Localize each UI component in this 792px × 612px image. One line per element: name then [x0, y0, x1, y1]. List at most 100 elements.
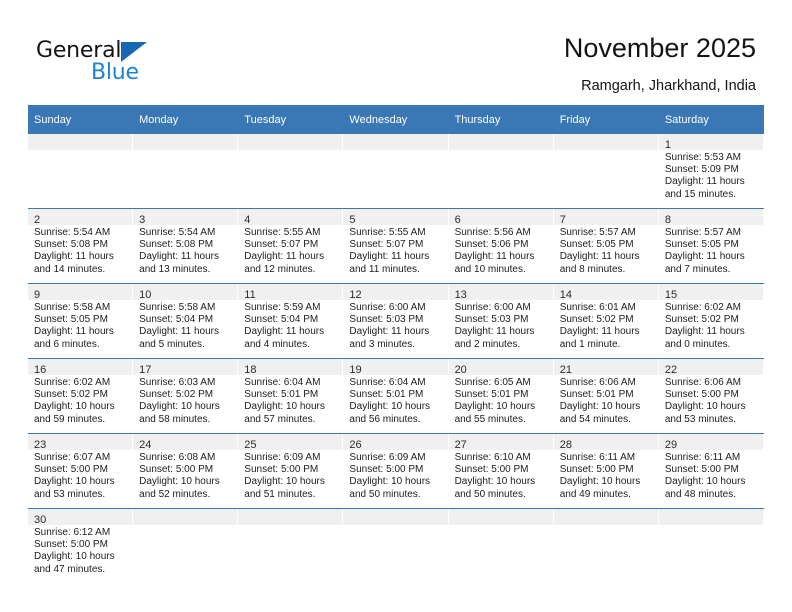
- calendar-week-row: 1 Sunrise: 5:53 AM Sunset: 5:09 PM Daylight…: [28, 134, 764, 209]
- sunrise-text: Sunrise: 5:59 AM: [244, 302, 321, 313]
- calendar-day-cell[interactable]: [343, 508, 449, 583]
- calendar-day-cell[interactable]: 14 Sunrise: 6:01 AM Sunset: 5:02 PM Dayligh…: [553, 283, 659, 359]
- daylight-text-line2: and 14 minutes.: [34, 263, 106, 275]
- sunset-text: Sunset: 5:00 PM: [34, 464, 108, 476]
- calendar-day-cell[interactable]: [238, 508, 344, 583]
- sunrise-text: Sunrise: 6:06 AM: [559, 377, 636, 388]
- calendar-day-cell[interactable]: 3 Sunrise: 5:54 AM Sunset: 5:08 PM Daylight…: [133, 208, 239, 284]
- calendar-day-cell[interactable]: 22 Sunrise: 6:06 AM Sunset: 5:00 PM Dayligh…: [658, 358, 764, 434]
- daylight-text-line1: Daylight: 11 hours: [664, 326, 745, 338]
- calendar-day-cell[interactable]: 4 Sunrise: 5:55 AM Sunset: 5:07 PM Daylight…: [238, 208, 344, 284]
- sunrise-text: Sunrise: 6:06 AM: [664, 377, 741, 388]
- daylight-text-line1: Daylight: 11 hours: [559, 251, 640, 263]
- calendar-day-cell[interactable]: 26 Sunrise: 6:09 AM Sunset: 5:00 PM Dayligh…: [343, 433, 449, 509]
- sunset-text: Sunset: 5:00 PM: [349, 464, 424, 476]
- sunrise-text: Sunrise: 6:02 AM: [664, 302, 741, 313]
- sunset-text: Sunset: 5:01 PM: [559, 389, 634, 401]
- calendar-day-cell[interactable]: 27 Sunrise: 6:10 AM Sunset: 5:00 PM Dayligh…: [448, 433, 554, 509]
- calendar-day-cell[interactable]: [448, 134, 554, 209]
- daylight-text-line1: Daylight: 11 hours: [34, 251, 114, 263]
- calendar-day-cell[interactable]: [133, 134, 239, 209]
- calendar-day-cell[interactable]: 5 Sunrise: 5:55 AM Sunset: 5:07 PM Daylight…: [343, 208, 449, 284]
- day-number: 17: [139, 364, 152, 376]
- calendar-day-cell[interactable]: 18 Sunrise: 6:04 AM Sunset: 5:01 PM Dayligh…: [238, 358, 344, 434]
- daylight-text-line2: and 56 minutes.: [349, 413, 421, 425]
- calendar-day-cell[interactable]: [448, 508, 554, 583]
- sunset-text: Sunset: 5:04 PM: [244, 314, 319, 326]
- day-number: 1: [664, 139, 671, 151]
- brand-logo[interactable]: General Blue: [36, 38, 226, 90]
- calendar-day-cell[interactable]: 19 Sunrise: 6:04 AM Sunset: 5:01 PM Dayligh…: [343, 358, 449, 434]
- sunrise-text: Sunrise: 5:57 AM: [664, 227, 741, 238]
- calendar-day-cell[interactable]: 12 Sunrise: 6:00 AM Sunset: 5:03 PM Dayligh…: [343, 283, 449, 359]
- calendar-day-cell[interactable]: 28 Sunrise: 6:11 AM Sunset: 5:00 PM Dayligh…: [553, 433, 659, 509]
- calendar-day-cell[interactable]: [553, 134, 659, 209]
- sunset-text: Sunset: 5:07 PM: [349, 239, 424, 251]
- daylight-text-line1: Daylight: 11 hours: [244, 251, 325, 263]
- day-number: 6: [454, 214, 461, 226]
- calendar-day-cell[interactable]: 23 Sunrise: 6:07 AM Sunset: 5:00 PM Dayligh…: [28, 433, 134, 509]
- calendar-day-cell[interactable]: 11 Sunrise: 5:59 AM Sunset: 5:04 PM Dayligh…: [238, 283, 344, 359]
- daylight-text-line1: Daylight: 10 hours: [664, 401, 746, 413]
- daylight-text-line2: and 59 minutes.: [34, 413, 106, 425]
- sunrise-text: Sunrise: 6:05 AM: [454, 377, 531, 388]
- day-number: 11: [244, 289, 256, 301]
- calendar-day-cell[interactable]: 15 Sunrise: 6:02 AM Sunset: 5:02 PM Dayligh…: [658, 283, 764, 359]
- calendar-day-cell[interactable]: 21 Sunrise: 6:06 AM Sunset: 5:01 PM Dayligh…: [553, 358, 659, 434]
- calendar-day-cell[interactable]: 16 Sunrise: 6:02 AM Sunset: 5:02 PM Dayligh…: [28, 358, 134, 434]
- sunrise-text: Sunrise: 6:07 AM: [34, 452, 111, 463]
- calendar-day-cell[interactable]: 7 Sunrise: 5:57 AM Sunset: 5:05 PM Daylight…: [553, 208, 659, 284]
- daylight-text-line1: Daylight: 10 hours: [244, 401, 325, 413]
- daylight-text-line1: Daylight: 11 hours: [34, 326, 114, 338]
- calendar-week-row: 2 Sunrise: 5:54 AM Sunset: 5:08 PM Daylight…: [28, 208, 764, 284]
- calendar-day-cell[interactable]: 20 Sunrise: 6:05 AM Sunset: 5:01 PM Dayligh…: [448, 358, 554, 434]
- sunset-text: Sunset: 5:03 PM: [454, 314, 529, 326]
- calendar-day-cell[interactable]: 17 Sunrise: 6:03 AM Sunset: 5:02 PM Dayligh…: [133, 358, 239, 434]
- calendar-day-cell[interactable]: 10 Sunrise: 5:58 AM Sunset: 5:04 PM Dayligh…: [133, 283, 239, 359]
- sunrise-text: Sunrise: 6:00 AM: [454, 302, 531, 313]
- page-subtitle-location: Ramgarh, Jharkhand, India: [581, 78, 756, 94]
- calendar-day-cell[interactable]: [658, 508, 764, 583]
- daylight-text-line2: and 57 minutes.: [244, 413, 316, 425]
- calendar-day-cell[interactable]: [553, 508, 659, 583]
- calendar-week-row: 30 Sunrise: 6:12 AM Sunset: 5:00 PM Dayligh…: [28, 508, 764, 583]
- calendar-table: Sunday Monday Tuesday Wednesday Thursday…: [28, 105, 764, 583]
- daylight-text-line1: Daylight: 10 hours: [454, 476, 536, 488]
- daylight-text-line1: Daylight: 11 hours: [349, 251, 430, 263]
- calendar-weekday-header-row: Sunday Monday Tuesday Wednesday Thursday…: [28, 105, 764, 134]
- calendar-day-cell[interactable]: 24 Sunrise: 6:08 AM Sunset: 5:00 PM Dayligh…: [133, 433, 239, 509]
- sunset-text: Sunset: 5:05 PM: [34, 314, 108, 326]
- sunrise-text: Sunrise: 5:53 AM: [664, 152, 741, 163]
- daylight-text-line2: and 51 minutes.: [244, 488, 316, 500]
- daylight-text-line2: and 53 minutes.: [34, 488, 106, 500]
- sunset-text: Sunset: 5:04 PM: [139, 314, 214, 326]
- calendar-day-cell[interactable]: [238, 134, 344, 209]
- day-number: 9: [34, 289, 41, 301]
- calendar-week-row: 23 Sunrise: 6:07 AM Sunset: 5:00 PM Dayligh…: [28, 433, 764, 509]
- weekday-header-tuesday: Tuesday: [238, 105, 344, 134]
- calendar-day-cell[interactable]: 1 Sunrise: 5:53 AM Sunset: 5:09 PM Daylight…: [658, 134, 764, 209]
- sunset-text: Sunset: 5:01 PM: [244, 389, 319, 401]
- calendar-day-cell[interactable]: 8 Sunrise: 5:57 AM Sunset: 5:05 PM Daylight…: [658, 208, 764, 284]
- sunrise-text: Sunrise: 6:01 AM: [559, 302, 636, 313]
- sunset-text: Sunset: 5:02 PM: [664, 314, 739, 326]
- calendar-day-cell[interactable]: 6 Sunrise: 5:56 AM Sunset: 5:06 PM Daylight…: [448, 208, 554, 284]
- sunrise-text: Sunrise: 5:54 AM: [139, 227, 216, 238]
- calendar-day-cell[interactable]: 25 Sunrise: 6:09 AM Sunset: 5:00 PM Dayligh…: [238, 433, 344, 509]
- calendar-day-cell[interactable]: [343, 134, 449, 209]
- day-number: 25: [244, 439, 257, 451]
- calendar-day-cell[interactable]: 30 Sunrise: 6:12 AM Sunset: 5:00 PM Dayligh…: [28, 508, 134, 583]
- calendar-day-cell[interactable]: 29 Sunrise: 6:11 AM Sunset: 5:00 PM Dayligh…: [658, 433, 764, 509]
- sunrise-text: Sunrise: 5:55 AM: [349, 227, 426, 238]
- sunset-text: Sunset: 5:05 PM: [664, 239, 739, 251]
- sunrise-text: Sunrise: 6:08 AM: [139, 452, 216, 463]
- calendar-day-cell[interactable]: 13 Sunrise: 6:00 AM Sunset: 5:03 PM Dayligh…: [448, 283, 554, 359]
- calendar-day-cell[interactable]: [133, 508, 239, 583]
- page-header: General Blue November 2025 Ramgarh, Jhar…: [0, 0, 792, 104]
- calendar-day-cell[interactable]: 9 Sunrise: 5:58 AM Sunset: 5:05 PM Daylight…: [28, 283, 134, 359]
- calendar-day-cell[interactable]: 2 Sunrise: 5:54 AM Sunset: 5:08 PM Daylight…: [28, 208, 134, 284]
- day-number: 20: [454, 364, 467, 376]
- day-number: 5: [349, 214, 356, 226]
- calendar-day-cell[interactable]: [28, 134, 134, 209]
- daylight-text-line2: and 50 minutes.: [454, 488, 526, 500]
